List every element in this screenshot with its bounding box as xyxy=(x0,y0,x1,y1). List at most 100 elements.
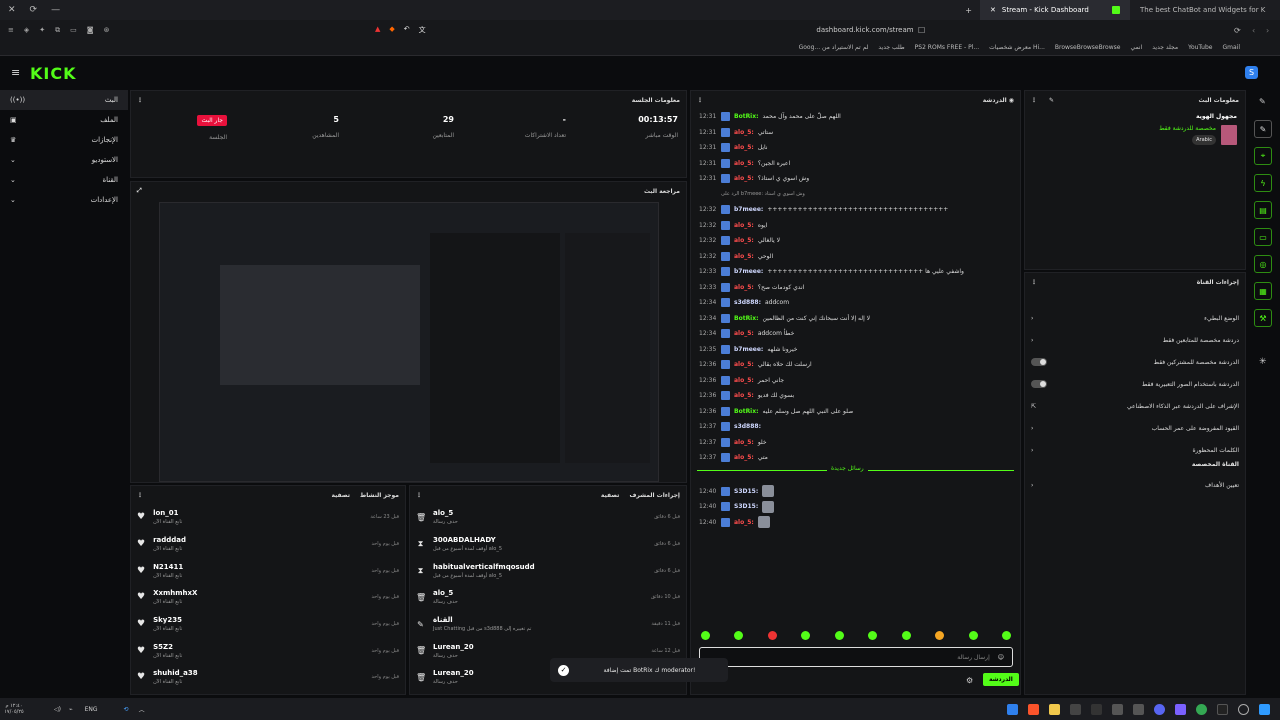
channel-action-row[interactable]: ⇱ الإشراف على الدردشة عبر الذكاء الاصطناع… xyxy=(1025,395,1245,417)
vpn-icon[interactable]: ⊛ xyxy=(104,26,110,35)
chat-message[interactable]: 12:31 BotRix: اللهم صلّ على محمد وآل محمد xyxy=(699,109,1012,125)
reload-icon[interactable]: ⟳ xyxy=(1234,26,1241,35)
taskbar-app-icon[interactable] xyxy=(1070,703,1081,715)
chat-message[interactable]: 12:32 alo_5: ايوه xyxy=(699,218,1012,234)
sidebar-item-achievements[interactable]: ♛ الإنجازات xyxy=(0,130,128,150)
brave-rewards-icon[interactable]: ◆ xyxy=(389,25,394,35)
channel-action-row[interactable]: › الوضع البطيء xyxy=(1025,307,1245,329)
chat-message[interactable]: الرد على b7meee: وش اسوي ي استاذ xyxy=(699,187,1012,203)
bookmark-item[interactable]: انمي xyxy=(1130,44,1142,51)
chat-message[interactable]: 12:36 alo_5: جاني احمر xyxy=(699,373,1012,389)
more-options-icon[interactable]: ⋮ xyxy=(416,492,422,499)
close-window-icon[interactable]: ✕ xyxy=(8,5,16,15)
emote-icon[interactable] xyxy=(801,631,811,640)
network-icon[interactable]: ⌁ xyxy=(69,706,73,713)
hamburger-menu-icon[interactable]: ≡ xyxy=(11,66,20,79)
chat-message[interactable]: 12:37 s3d888: xyxy=(699,419,1012,435)
activity-row[interactable]: ♥ S5Z2 تابع القناة الآن قبل يوم واحد xyxy=(131,637,405,664)
activity-row[interactable]: ♥ N21411 تابع القناة الآن قبل يوم واحد xyxy=(131,557,405,584)
bookmark-item[interactable]: Gmail xyxy=(1222,44,1240,51)
url-field[interactable]: dashboard.kick.com/stream xyxy=(700,26,1030,34)
wrench-icon[interactable]: ⚒ xyxy=(1254,309,1272,327)
bookmark-item[interactable]: طلب جديد xyxy=(878,44,904,51)
camera-icon[interactable]: ◙ xyxy=(87,26,94,35)
chat-message[interactable]: 12:37 alo_5: خلو xyxy=(699,435,1012,451)
activity-row[interactable]: ♥ Sky235 تابع القناة الآن قبل يوم واحد xyxy=(131,611,405,638)
shield-icon[interactable]: ◈ xyxy=(24,26,29,35)
chat-message[interactable]: 12:33 b7meee: ++++++++++++++++++++++++++++… xyxy=(699,264,1012,280)
channel-action-row[interactable]: › القيود المفروضة على عمر الحساب xyxy=(1025,417,1245,439)
edit-icon[interactable]: ✎ xyxy=(1049,97,1054,104)
chat-message[interactable]: 12:40 S3D15: xyxy=(699,484,1012,500)
bookmark-item[interactable]: مجلد جديد xyxy=(1152,44,1178,51)
clock[interactable]: ١٢:٤٠ م ١٧/٠٥/٢٥ xyxy=(4,703,24,715)
chat-message[interactable]: 12:33 alo_5: اندي كودمات صح؟ xyxy=(699,280,1012,296)
mod-action-row[interactable]: ⧗ habitualverticalfmqosudd أوقف لمدة أسبوع… xyxy=(410,557,686,584)
channel-action-row[interactable]: › دردشة مخصصة للمتابعين فقط xyxy=(1025,329,1245,351)
activity-row[interactable]: ♥ radddad تابع القناة الآن قبل يوم واحد xyxy=(131,531,405,558)
more-options-icon[interactable]: ⋮ xyxy=(1031,97,1037,104)
chat-message[interactable]: 12:32 alo_5: الوحي xyxy=(699,249,1012,265)
channel-action-row[interactable]: الدردشة مخصصة للمشتركين فقط xyxy=(1025,351,1245,373)
broadcast-icon[interactable]: ◎ xyxy=(1254,255,1272,273)
taskbar-app-icon[interactable] xyxy=(1007,703,1018,715)
page-icon[interactable]: ▤ xyxy=(1254,201,1272,219)
chat-message[interactable]: 12:34 BotRix: لا إله إلا أنت سبحانك إني كن… xyxy=(699,311,1012,327)
emote-icon[interactable] xyxy=(935,631,945,640)
set-goals-row[interactable]: › تعيين الأهداف xyxy=(1025,474,1245,496)
extension-icon[interactable]: ✦ xyxy=(39,26,45,35)
sidebar-item-profile[interactable]: ▣ الملف xyxy=(0,110,128,130)
chat-message[interactable]: 12:31 alo_5: وش اسوي ي استاذ؟ xyxy=(699,171,1012,187)
chat-message[interactable]: 12:31 alo_5: ستاتي xyxy=(699,125,1012,141)
chat-message[interactable]: 12:36 BotRix: صلو على النبي اللهم صل وسلم … xyxy=(699,404,1012,420)
chat-message[interactable]: 12:35 b7meee: خيرونا شلهه xyxy=(699,342,1012,358)
taskbar-chrome-icon[interactable] xyxy=(1196,703,1207,715)
sidebar-item-live[interactable]: ((•)) البث xyxy=(0,90,128,110)
chat-message[interactable]: 12:32 alo_5: لا يالغالي xyxy=(699,233,1012,249)
taskbar-app-icon[interactable] xyxy=(1112,703,1123,715)
chat-message[interactable]: 12:36 alo_5: بسوي لك فديو xyxy=(699,388,1012,404)
mod-action-row[interactable]: 🗑 alo_5 حذف رسالة قبل 10 دقائق xyxy=(410,584,686,611)
chat-message[interactable]: 12:31 alo_5: اعيره الجين؟ xyxy=(699,156,1012,172)
target-icon[interactable]: ⌖ xyxy=(1254,147,1272,165)
more-options-icon[interactable]: ⋮ xyxy=(137,492,143,499)
mod-action-row[interactable]: 🗑 alo_5 حذف رسالة قبل 6 دقائق xyxy=(410,504,686,531)
activity-row[interactable]: ♥ shuhid_a38 تابع القناة الآن قبل يوم واحد xyxy=(131,664,405,691)
activity-row[interactable]: ♥ lon_01 تابع القناة الآن قبل 23 ساعة xyxy=(131,504,405,531)
chat-message[interactable]: 12:36 alo_5: ارسلت لك حلاه بقالي xyxy=(699,357,1012,373)
more-options-icon[interactable]: ⋮ xyxy=(697,97,703,104)
channel-action-row[interactable]: › الكلمات المحظورة xyxy=(1025,439,1245,461)
emote-icon[interactable] xyxy=(701,631,710,640)
sidebar-item-studio[interactable]: ⌄ الاستوديو xyxy=(0,150,128,170)
chat-message[interactable]: 12:40 alo_5: xyxy=(699,515,1012,531)
taskbar-search-icon[interactable] xyxy=(1238,703,1249,715)
refresh-icon[interactable]: ⟳ xyxy=(30,5,38,15)
filter-button[interactable]: تصفية xyxy=(601,492,620,499)
bolt-icon[interactable]: ϟ xyxy=(1254,174,1272,192)
emote-icon[interactable] xyxy=(901,631,911,640)
bookmark-item[interactable]: معرض شخصيات Hi... xyxy=(989,44,1045,51)
plugin-icon[interactable]: ✳ xyxy=(1259,357,1267,367)
filter-button[interactable]: تصفية xyxy=(331,492,350,499)
emote-icon[interactable] xyxy=(868,631,878,640)
emote-icon[interactable] xyxy=(968,631,978,640)
mod-action-row[interactable]: ⧗ 300ABDALHADY أوقف لمدة أسبوع من قبل alo_… xyxy=(410,531,686,558)
new-tab-icon[interactable]: + xyxy=(965,6,972,15)
channel-action-row[interactable]: الدردشة باستخدام الصور التعبيرية فقط xyxy=(1025,373,1245,395)
menu-icon[interactable]: ≡ xyxy=(8,26,14,35)
taskbar-app-icon[interactable] xyxy=(1175,703,1186,715)
sidebar-item-settings[interactable]: ⌄ الإعدادات xyxy=(0,190,128,210)
volume-icon[interactable]: ◁) xyxy=(54,706,61,713)
brave-shield-icon[interactable]: ▲ xyxy=(375,25,380,35)
message-icon[interactable]: ▭ xyxy=(1254,228,1272,246)
taskbar-app-icon[interactable] xyxy=(1091,703,1102,715)
more-options-icon[interactable]: ⋮ xyxy=(137,97,143,104)
stream-preview-video[interactable] xyxy=(159,202,659,482)
emoji-icon[interactable]: ☺ xyxy=(998,654,1004,661)
bookmark-item[interactable]: Goog... لم تم الاستيراد من xyxy=(799,44,869,51)
bookmark-item[interactable]: PS2 ROMs FREE - Pl... xyxy=(915,44,979,51)
chat-input[interactable]: إرسال رسالة ☺ xyxy=(699,647,1013,667)
taskbar-app-icon[interactable] xyxy=(1133,703,1144,715)
nav-forward-icon[interactable]: › xyxy=(1266,26,1269,35)
emote-icon[interactable] xyxy=(767,631,777,640)
